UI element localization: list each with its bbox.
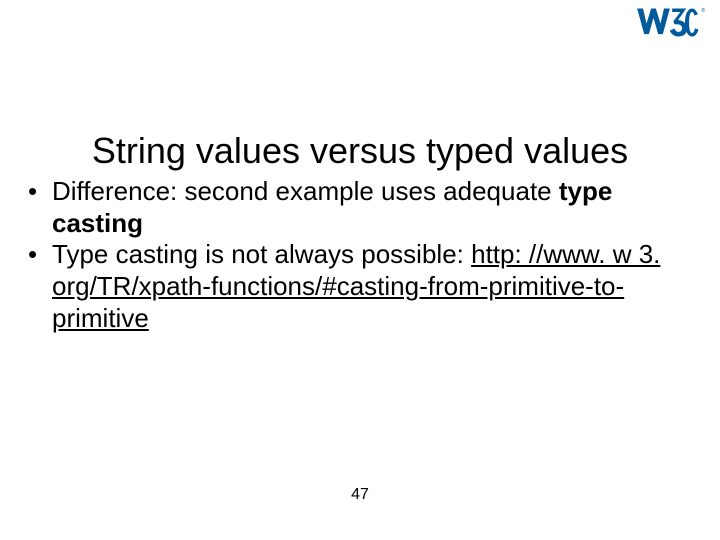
bullet-2-prefix: Type casting is not always possible: xyxy=(52,239,471,269)
slide-content: Difference: second example uses adequate… xyxy=(22,176,680,335)
w3c-logo-icon: ® xyxy=(636,6,706,46)
bullet-item-2: Type casting is not always possible: htt… xyxy=(22,239,680,334)
svg-text:®: ® xyxy=(701,7,705,14)
slide-title: String values versus typed values xyxy=(0,130,720,172)
page-number: 47 xyxy=(0,486,720,504)
bullet-item-1: Difference: second example uses adequate… xyxy=(22,176,680,239)
bullet-1-prefix: Difference: second example uses adequate xyxy=(52,176,559,206)
